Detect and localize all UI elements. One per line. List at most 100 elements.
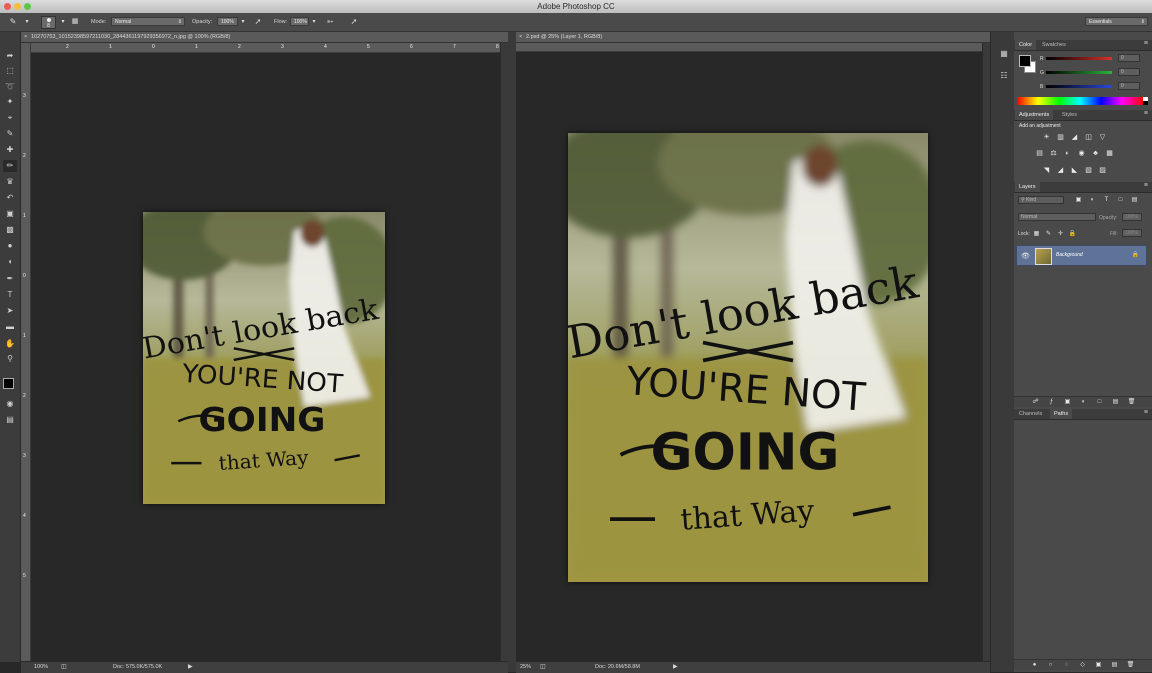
layer-row[interactable]: 👁 Background 🔒 <box>1016 245 1147 266</box>
color-lookup-icon[interactable]: ▦ <box>1105 150 1114 158</box>
brush-tool-preset-icon[interactable]: ✎ <box>8 17 18 27</box>
green-slider[interactable] <box>1046 71 1112 74</box>
healing-brush-tool-icon[interactable]: ✚ <box>3 144 17 156</box>
posterize-icon[interactable]: ◢ <box>1056 167 1065 175</box>
filter-adjustment-icon[interactable]: ◐ <box>1088 196 1097 204</box>
tab-styles[interactable]: Styles <box>1058 110 1081 120</box>
lock-all-icon[interactable]: 🔒 <box>1068 230 1077 238</box>
close-window-icon[interactable] <box>4 3 11 10</box>
filter-smart-object-icon[interactable]: ▤ <box>1130 196 1139 204</box>
layer-name[interactable]: Background <box>1056 252 1083 258</box>
blur-tool-icon[interactable]: ● <box>3 240 17 252</box>
black-white-swatch[interactable] <box>1143 97 1148 105</box>
add-mask-icon[interactable]: ▣ <box>1094 661 1103 669</box>
tab-adjustments[interactable]: Adjustments <box>1015 110 1054 120</box>
curves-icon[interactable]: ◢ <box>1070 134 1079 142</box>
chevron-down-icon[interactable]: ▾ <box>238 17 248 27</box>
zoom-window-icon[interactable] <box>24 3 31 10</box>
layer-style-icon[interactable]: ƒ <box>1047 398 1056 406</box>
chevron-down-icon[interactable]: ▾ <box>309 17 319 27</box>
panel-menu-icon[interactable]: ≡ <box>1144 110 1148 117</box>
color-spectrum-bar[interactable] <box>1017 97 1143 105</box>
tab-swatches[interactable]: Swatches <box>1038 40 1070 50</box>
crop-tool-icon[interactable]: ⌖ <box>3 112 17 124</box>
workspace-select[interactable]: Essentials ⇕ <box>1085 17 1148 26</box>
filter-type-icon[interactable]: T <box>1102 196 1111 204</box>
blue-slider[interactable] <box>1046 85 1112 88</box>
new-adjustment-layer-icon[interactable]: ◐ <box>1079 398 1088 406</box>
mode-select[interactable]: Normal ⇕ <box>111 17 185 26</box>
levels-icon[interactable]: ▥ <box>1056 134 1065 142</box>
fill-path-icon[interactable]: ● <box>1030 661 1039 669</box>
link-layers-icon[interactable]: ☍ <box>1031 398 1040 406</box>
path-to-selection-icon[interactable]: ◌ <box>1062 661 1071 669</box>
blend-mode-select[interactable]: Normal <box>1018 213 1096 221</box>
green-value-field[interactable]: 0 <box>1118 68 1140 76</box>
minimize-window-icon[interactable] <box>14 3 21 10</box>
brush-size-picker[interactable]: 8 <box>41 16 56 29</box>
pen-tool-icon[interactable]: ✒ <box>3 273 17 285</box>
status-view-icon[interactable]: ◫ <box>61 662 67 673</box>
panel-menu-icon[interactable]: ≡ <box>1144 182 1148 189</box>
red-value-field[interactable]: 0 <box>1118 54 1140 62</box>
new-path-icon[interactable]: ▤ <box>1110 661 1119 669</box>
close-tab-icon[interactable]: × <box>24 32 27 43</box>
delete-layer-icon[interactable]: 🗑 <box>1127 398 1136 406</box>
type-tool-icon[interactable]: T <box>3 289 17 301</box>
lock-position-icon[interactable]: ✛ <box>1056 230 1065 238</box>
move-tool-icon[interactable]: ➦ <box>3 50 17 62</box>
history-panel-icon[interactable]: ▦ <box>997 48 1011 60</box>
zoom-level[interactable]: 100% <box>34 662 48 673</box>
threshold-icon[interactable]: ◣ <box>1070 167 1079 175</box>
eye-icon[interactable]: 👁 <box>1021 252 1030 260</box>
status-view-icon[interactable]: ◫ <box>540 662 546 673</box>
new-group-icon[interactable]: □ <box>1095 398 1104 406</box>
panel-menu-icon[interactable]: ≡ <box>1144 40 1148 47</box>
document-tab-1[interactable]: × 10270753_10152398597211030_28443611979… <box>21 32 508 43</box>
lasso-tool-icon[interactable]: ➰ <box>3 81 17 93</box>
layer-opacity-field[interactable]: 100% <box>1122 213 1142 221</box>
brush-panel-toggle-icon[interactable]: ▦ <box>70 17 80 27</box>
channel-mixer-icon[interactable]: ♣ <box>1091 150 1100 158</box>
close-tab-icon[interactable]: × <box>519 32 522 43</box>
foreground-color-swatch[interactable] <box>3 378 14 389</box>
eraser-tool-icon[interactable]: ▣ <box>3 208 17 220</box>
color-balance-icon[interactable]: ⚖ <box>1049 150 1058 158</box>
tab-layers[interactable]: Layers <box>1015 182 1040 192</box>
exposure-icon[interactable]: ◫ <box>1084 134 1093 142</box>
lock-transparency-icon[interactable]: ▦ <box>1032 230 1041 238</box>
lock-pixels-icon[interactable]: ✎ <box>1044 230 1053 238</box>
document-tab-2[interactable]: × 2.psd @ 25% (Layer 1, RGB/8) <box>516 32 990 43</box>
hue-saturation-icon[interactable]: ▤ <box>1035 150 1044 158</box>
quick-selection-tool-icon[interactable]: ✦ <box>3 96 17 108</box>
eyedropper-tool-icon[interactable]: ✎ <box>3 128 17 140</box>
screen-mode-icon[interactable]: ▤ <box>3 414 17 426</box>
chevron-down-icon[interactable]: ▾ <box>22 17 32 27</box>
invert-icon[interactable]: ◥ <box>1042 167 1051 175</box>
foreground-color-swatch[interactable] <box>1019 55 1031 67</box>
rectangle-tool-icon[interactable]: ▬ <box>3 321 17 333</box>
quick-mask-icon[interactable]: ◉ <box>3 398 17 410</box>
history-brush-tool-icon[interactable]: ↶ <box>3 192 17 204</box>
vibrance-icon[interactable]: ▽ <box>1098 134 1107 142</box>
zoom-tool-icon[interactable]: ⚲ <box>3 353 17 365</box>
red-slider[interactable] <box>1046 57 1112 60</box>
new-layer-icon[interactable]: ▤ <box>1111 398 1120 406</box>
selective-color-icon[interactable]: ▨ <box>1098 167 1107 175</box>
filter-pixel-icon[interactable]: ▣ <box>1074 196 1083 204</box>
delete-path-icon[interactable]: 🗑 <box>1126 661 1135 669</box>
path-selection-tool-icon[interactable]: ➤ <box>3 305 17 317</box>
layer-filter-select[interactable]: ⚲ Kind <box>1018 196 1064 204</box>
panel-menu-icon[interactable]: ≡ <box>1144 409 1148 416</box>
marquee-tool-icon[interactable]: ⬚ <box>3 65 17 77</box>
layer-mask-icon[interactable]: ▣ <box>1063 398 1072 406</box>
airbrush-icon[interactable]: ➳ <box>325 17 335 27</box>
blue-value-field[interactable]: 0 <box>1118 82 1140 90</box>
layer-fill-field[interactable]: 100% <box>1122 229 1142 237</box>
tab-paths[interactable]: Paths <box>1050 409 1073 419</box>
gradient-tool-icon[interactable]: ▩ <box>3 224 17 236</box>
stroke-path-icon[interactable]: ○ <box>1046 661 1055 669</box>
chevron-down-icon[interactable]: ▾ <box>58 17 68 27</box>
flow-field[interactable]: 100% <box>290 17 309 26</box>
hand-tool-icon[interactable]: ✋ <box>3 338 17 350</box>
